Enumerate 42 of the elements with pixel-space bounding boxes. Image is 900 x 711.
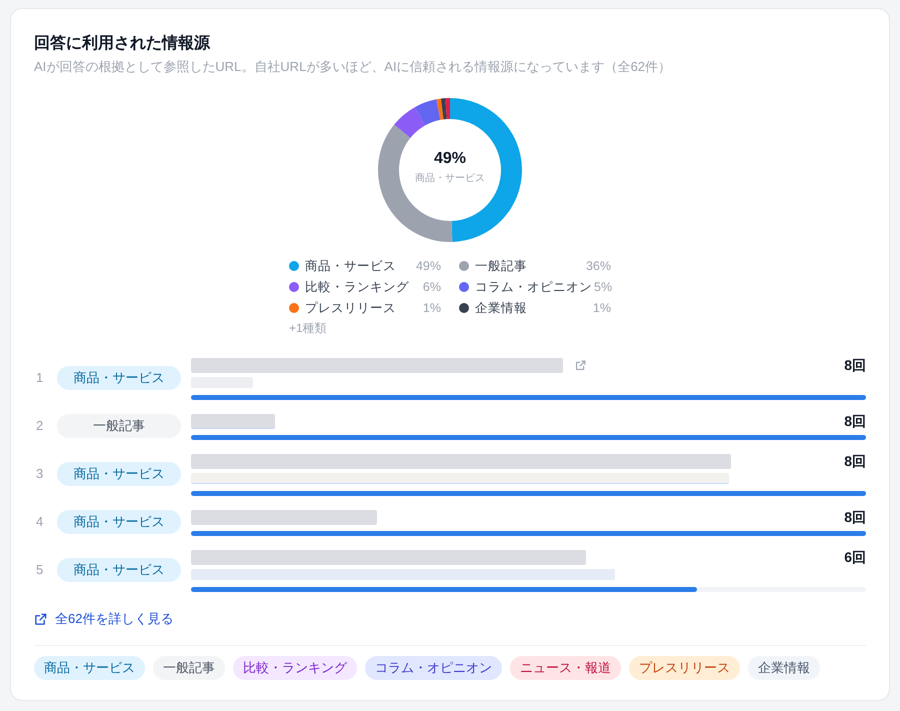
rank-number: 3: [35, 465, 44, 483]
citation-count: 6回: [844, 548, 866, 566]
rank-number: 5: [35, 561, 44, 579]
category-tag: 比較・ランキング: [233, 656, 357, 680]
category-tag: 企業情報: [748, 656, 820, 680]
legend-label: 商品・サービス: [305, 258, 396, 274]
center-percentage: 49%: [434, 149, 466, 169]
citation-count: 8回: [844, 508, 866, 526]
center-category-label: 商品・サービス: [415, 172, 485, 186]
legend-percentage: 1%: [592, 300, 611, 316]
category-tag: 商品・サービス: [34, 656, 145, 680]
legend-label: 企業情報: [475, 300, 527, 316]
category-badge: 商品・サービス: [57, 558, 181, 582]
legend-percentage: 1%: [422, 300, 441, 316]
legend-percentage: 6%: [422, 278, 441, 296]
category-badge: 商品・サービス: [57, 366, 181, 390]
category-badge: 一般記事: [57, 414, 181, 438]
legend-label: 一般記事: [475, 258, 527, 274]
rank-number: 4: [35, 513, 44, 531]
external-link-icon[interactable]: [575, 360, 586, 370]
citation-count: 8回: [844, 452, 866, 470]
category-tag: ニュース・報道: [510, 656, 621, 680]
category-tag: コラム・オピニオン: [365, 656, 502, 680]
legend-label: プレスリリース: [305, 300, 396, 316]
legend-label: コラム・オピニオン: [475, 278, 592, 296]
rank-number: 1: [35, 369, 44, 387]
category-badge: 商品・サービス: [57, 510, 181, 534]
legend-label: 比較・ランキング: [305, 278, 409, 296]
category-tag: プレスリリース: [629, 656, 740, 680]
card-title: 回答に利用された情報源: [34, 34, 212, 54]
card-subtitle: AIが回答の根拠として参照したURL。自社URLが多いほど、AIに信頼される情報源になっています（全62件）: [34, 58, 672, 76]
citation-count: 8回: [844, 412, 866, 430]
category-badge: 商品・サービス: [57, 462, 181, 486]
rank-number: 2: [35, 417, 44, 435]
legend-percentage: 5%: [593, 278, 612, 296]
category-tag: 一般記事: [153, 656, 225, 680]
legend-percentage: 36%: [584, 258, 611, 274]
view-details-link[interactable]: 全62件を詳しく見る: [34, 610, 174, 628]
citation-count: 8回: [844, 356, 866, 374]
external-link-icon: [34, 612, 47, 626]
more-categories-text: +1種類: [289, 320, 327, 337]
legend-percentage: 49%: [414, 258, 441, 274]
